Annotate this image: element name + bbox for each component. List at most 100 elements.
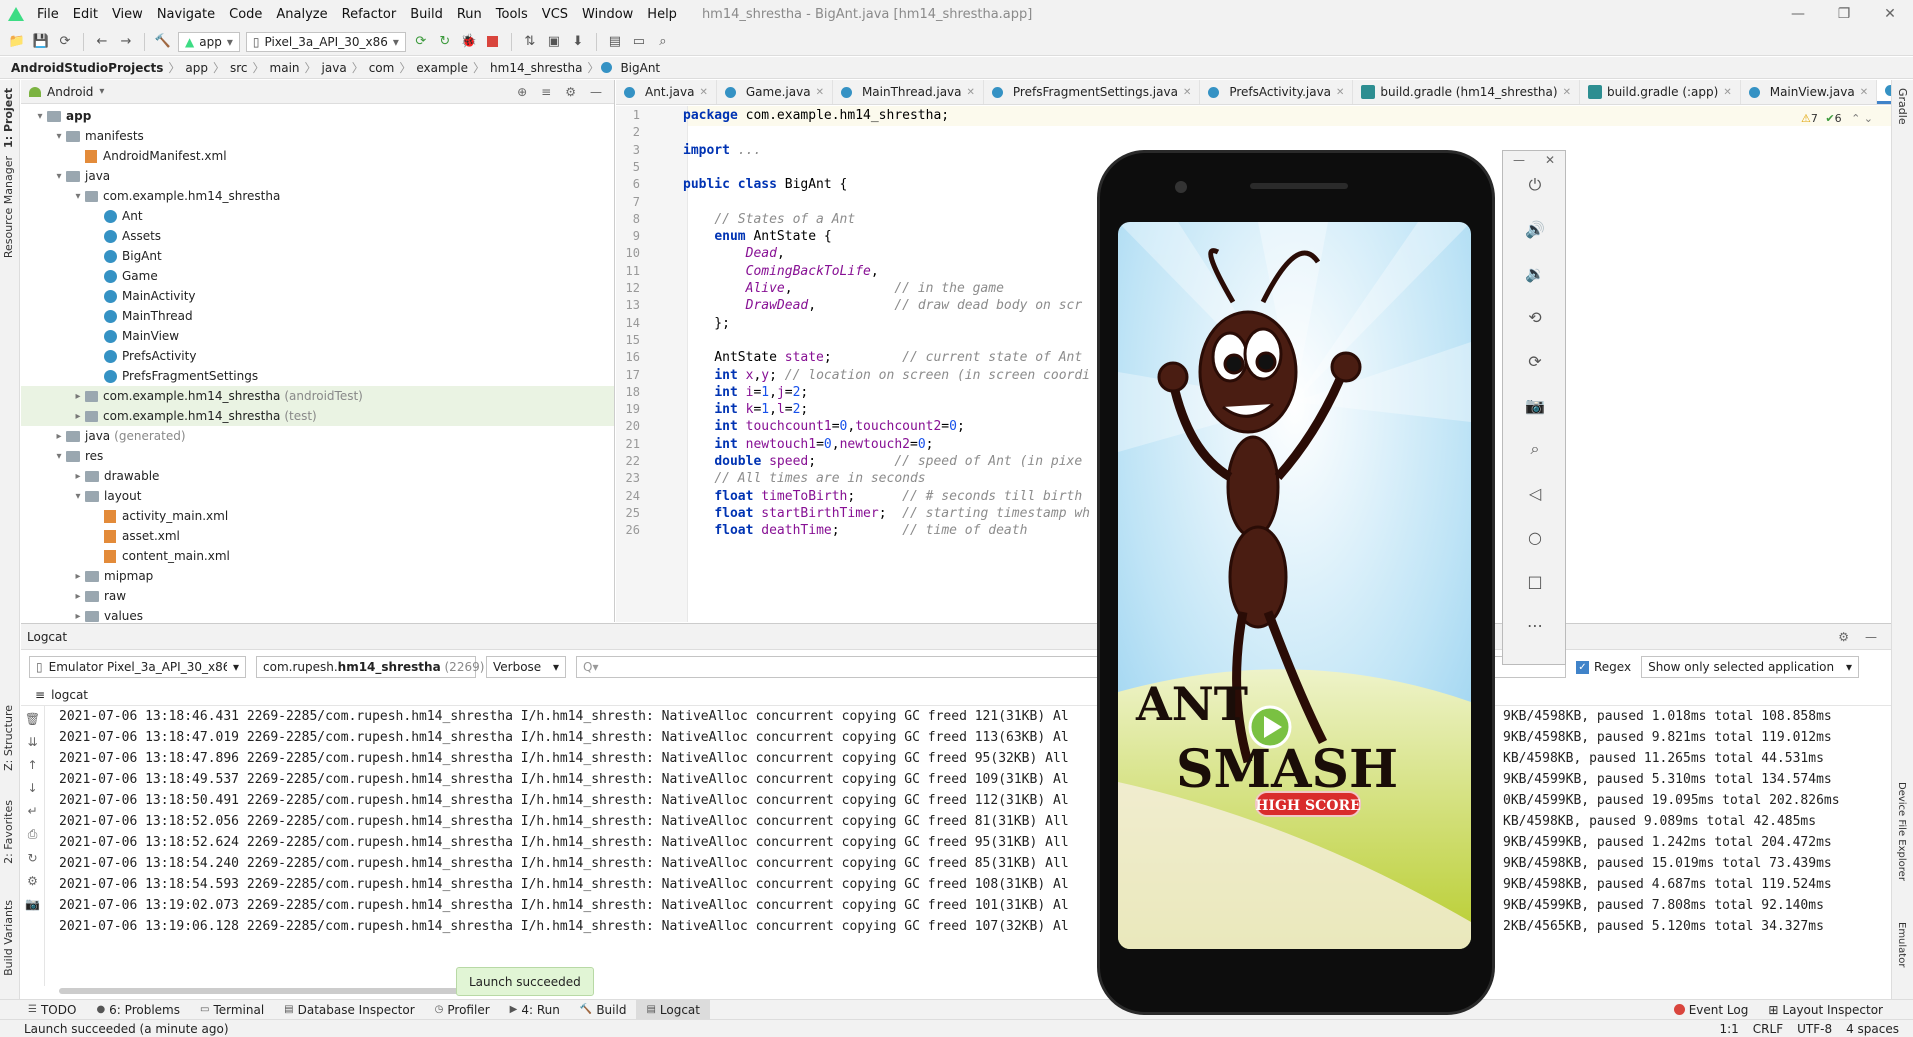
code-line[interactable]: int x,y; // location on screen (in scree… <box>683 368 1090 383</box>
emulator-home-icon[interactable]: ○ <box>1523 525 1547 549</box>
expand-arrow-icon[interactable]: ▸ <box>71 411 85 422</box>
settings-gear-icon[interactable]: ⚙ <box>565 85 576 99</box>
code-line[interactable]: ComingBackToLife, <box>683 264 879 279</box>
tree-item[interactable]: ▾ com.example.hm14_shrestha <box>21 186 614 206</box>
emulator-overview-icon[interactable]: □ <box>1523 569 1547 593</box>
print-icon[interactable]: ⎙ <box>28 827 38 842</box>
menu-build[interactable]: Build <box>403 7 450 22</box>
menu-refactor[interactable]: Refactor <box>335 7 404 22</box>
caret-position[interactable]: 1:1 <box>1719 1022 1738 1036</box>
tool-tab-terminal[interactable]: ▭ Terminal <box>190 1000 274 1020</box>
menu-file[interactable]: File <box>30 7 66 22</box>
tree-item[interactable]: MainView <box>21 326 614 346</box>
expand-arrow-icon[interactable]: ▸ <box>71 611 85 622</box>
emulator-more-icon[interactable]: ⋯ <box>1523 613 1547 637</box>
code-line[interactable]: Alive, // in the game <box>683 281 1004 296</box>
emulator-rotate-right-icon[interactable]: ⟳ <box>1523 349 1547 373</box>
code-line[interactable]: }; <box>683 316 730 331</box>
project-structure-icon[interactable]: ▤ <box>606 33 624 51</box>
event-log-tab[interactable]: Event Log <box>1664 1000 1759 1020</box>
code-line[interactable]: DrawDead, // draw dead body on scr <box>683 298 1083 313</box>
tree-item[interactable]: content_main.xml <box>21 546 614 566</box>
menu-run[interactable]: Run <box>450 7 489 22</box>
menu-navigate[interactable]: Navigate <box>150 7 222 22</box>
file-encoding[interactable]: UTF-8 <box>1797 1022 1832 1036</box>
editor-tab[interactable]: PrefsFragmentSettings.java ✕ <box>984 80 1201 104</box>
expand-arrow-icon[interactable]: ▸ <box>71 591 85 602</box>
code-line[interactable]: enum AntState { <box>683 229 831 244</box>
device-dropdown[interactable]: ▯Emulator Pixel_3a_API_30_x86 Ar▾ <box>29 656 246 678</box>
clear-log-icon[interactable]: 🗑 <box>25 712 40 726</box>
minimize-icon[interactable]: — <box>1775 0 1821 28</box>
stop-icon[interactable] <box>484 33 502 51</box>
code-line[interactable]: int touchcount1=0,touchcount2=0; <box>683 419 964 434</box>
tool-tab-profiler[interactable]: ◷ Profiler <box>425 1000 500 1020</box>
tree-item[interactable]: ▾ res <box>21 446 614 466</box>
avd-manager-icon[interactable]: ▣ <box>545 33 563 51</box>
code-line[interactable]: float startBirthTimer; // starting times… <box>683 506 1090 521</box>
hide-panel-icon[interactable]: — <box>590 85 602 99</box>
process-dropdown[interactable]: com.rupesh.hm14_shrestha (2269)▾ <box>256 656 496 678</box>
tool-tab-todo[interactable]: ☰ TODO <box>18 1000 86 1020</box>
resource-manager-tool-tab[interactable]: Resource Manager <box>2 156 15 258</box>
close-tab-icon[interactable]: ✕ <box>1183 87 1191 98</box>
tree-item[interactable]: AndroidManifest.xml <box>21 146 614 166</box>
tree-item[interactable]: ▸ drawable <box>21 466 614 486</box>
save-all-icon[interactable]: 💾 <box>32 33 50 51</box>
emulator-zoom-icon[interactable]: ⌕ <box>1523 437 1547 461</box>
menu-code[interactable]: Code <box>222 7 269 22</box>
tool-tab-build[interactable]: 🔨 Build <box>570 1000 637 1020</box>
sync-icon[interactable]: ⟳ <box>56 33 74 51</box>
code-line[interactable]: AntState state; // current state of Ant <box>683 350 1082 365</box>
close-tab-icon[interactable]: ✕ <box>967 87 975 98</box>
structure-tool-tab[interactable]: Z: Structure <box>2 705 15 771</box>
debug-icon[interactable]: 🐞 <box>460 33 478 51</box>
up-icon[interactable]: ↑ <box>27 758 37 772</box>
tree-item[interactable]: Assets <box>21 226 614 246</box>
logcat-gear-icon[interactable]: ⚙ <box>27 874 38 888</box>
sync-gradle-icon[interactable]: ⇅ <box>521 33 539 51</box>
editor-tab[interactable]: PrefsActivity.java ✕ <box>1200 80 1354 104</box>
tool-tab-logcat[interactable]: ▤ Logcat <box>636 999 710 1020</box>
emulator-camera-icon[interactable]: 📷 <box>1523 393 1547 417</box>
close-tab-icon[interactable]: ✕ <box>816 87 824 98</box>
close-tab-icon[interactable]: ✕ <box>1563 87 1571 98</box>
emulator-back-icon[interactable]: ◁ <box>1523 481 1547 505</box>
code-line[interactable]: float deathTime; // time of death <box>683 523 1027 538</box>
logcat-hide-icon[interactable]: — <box>1865 630 1877 644</box>
tool-tab-6-problems[interactable]: ● 6: Problems <box>86 1000 190 1020</box>
code-line[interactable]: import ... <box>683 143 761 158</box>
device-select[interactable]: ▯ Pixel_3a_API_30_x86 ▾ <box>245 31 406 52</box>
breadcrumb-item[interactable]: main <box>267 61 303 75</box>
build-variants-tool-tab[interactable]: Build Variants <box>2 900 15 976</box>
code-line[interactable]: Dead, <box>683 246 785 261</box>
tree-item[interactable]: PrefsActivity <box>21 346 614 366</box>
emulator-rotate-left-icon[interactable]: ⟲ <box>1523 305 1547 329</box>
tree-item[interactable]: ▸ com.example.hm14_shrestha (androidTest) <box>21 386 614 406</box>
code-line[interactable]: // All times are in seconds <box>683 471 925 486</box>
breadcrumb-item[interactable]: hm14_shrestha <box>487 61 585 75</box>
logcat-settings-icon[interactable]: ⚙ <box>1838 630 1849 644</box>
menu-tools[interactable]: Tools <box>489 7 535 22</box>
tree-item[interactable]: ▸ raw <box>21 586 614 606</box>
device-file-explorer-tool-tab[interactable]: Device File Explorer <box>1896 782 1907 881</box>
collapse-all-icon[interactable]: ≡ <box>541 85 551 99</box>
logcat-hscrollbar[interactable] <box>59 988 459 994</box>
menu-vcs[interactable]: VCS <box>535 7 575 22</box>
emulator-power-icon[interactable]: ⏻ <box>1523 173 1547 197</box>
breadcrumb-item[interactable]: java <box>319 61 350 75</box>
line-ending[interactable]: CRLF <box>1753 1022 1783 1036</box>
code-line[interactable]: // States of a Ant <box>683 212 855 227</box>
forward-icon[interactable]: → <box>117 33 135 51</box>
project-tool-tab[interactable]: 1: Project <box>2 88 15 148</box>
expand-arrow-icon[interactable]: ▾ <box>52 451 66 462</box>
run-config-select[interactable]: ▲ app ▾ <box>178 31 240 52</box>
tree-item[interactable]: MainThread <box>21 306 614 326</box>
close-tab-icon[interactable]: ✕ <box>699 87 707 98</box>
log-level-dropdown[interactable]: Verbose ▾ <box>486 656 566 678</box>
tool-tab-database-inspector[interactable]: ▤ Database Inspector <box>274 1000 425 1020</box>
menu-edit[interactable]: Edit <box>66 7 105 22</box>
code-line[interactable]: float timeToBirth; // # seconds till bir… <box>683 489 1082 504</box>
menu-window[interactable]: Window <box>575 7 640 22</box>
editor-tab[interactable]: MainThread.java ✕ <box>833 80 984 104</box>
